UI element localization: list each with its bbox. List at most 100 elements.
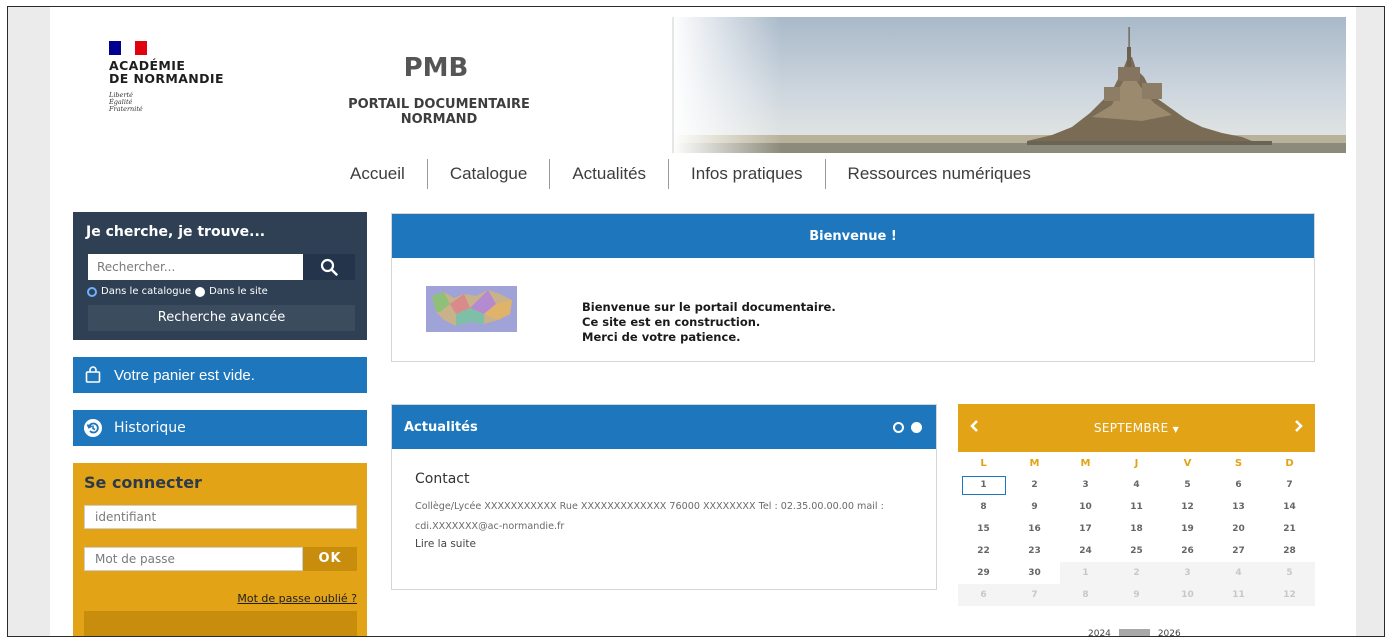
nav-item-accueil[interactable]: Accueil [336,160,427,188]
calendar-day[interactable]: 28 [1264,540,1315,562]
calendar-week-row: 15 16 17 18 19 20 21 [958,518,1315,540]
scope-site-label: Dans le site [209,286,268,297]
weekday-label: M [1029,458,1040,469]
calendar-day-other-month[interactable]: 6 [958,584,1009,606]
basket-bar[interactable]: Votre panier est vide. [73,357,367,393]
calendar-day[interactable]: 14 [1264,496,1315,518]
calendar-day[interactable]: 4 [1111,474,1162,496]
calendar-day[interactable]: 12 [1162,496,1213,518]
news-read-more-link[interactable]: Lire la suite [415,538,476,550]
search-button[interactable] [303,254,355,280]
calendar-month-select[interactable]: SEPTEMBRE ▼ [958,421,1315,435]
calendar-day[interactable]: 6 [1213,474,1264,496]
calendar-day[interactable]: 13 [1213,496,1264,518]
calendar-day[interactable]: 5 [1162,474,1213,496]
browser-viewport: ACADÉMIE DE NORMANDIE Liberté Égalité Fr… [7,6,1385,637]
calendar-day-other-month[interactable]: 5 [1264,562,1315,584]
forgot-password-link[interactable]: Mot de passe oublié ? [237,592,357,605]
welcome-message: Bienvenue sur le portail documentaire. C… [582,300,836,345]
calendar-day[interactable]: 15 [958,518,1009,540]
search-title: Je cherche, je trouve... [86,224,266,240]
calendar-day[interactable]: 30 [1009,562,1060,584]
calendar-day[interactable]: 21 [1264,518,1315,540]
scope-catalog-label: Dans le catalogue [101,286,192,297]
calendar-day[interactable]: 8 [958,496,1009,518]
calendar-day[interactable]: 3 [1060,474,1111,496]
password-field[interactable] [84,547,303,571]
calendar-year-selected[interactable]: 2025 [1118,629,1150,636]
calendar-day[interactable]: 9 [1009,496,1060,518]
search-input[interactable] [88,254,303,280]
calendar-day-other-month[interactable]: 8 [1060,584,1111,606]
welcome-header: Bienvenue ! [392,214,1314,258]
weekday-label: J [1134,458,1139,469]
calendar-year-selector: 2024 2025 2026 [1088,629,1181,636]
news-item-body: Collège/Lycée XXXXXXXXXXX Rue XXXXXXXXXX… [415,501,884,532]
nav-item-ressources-numeriques[interactable]: Ressources numériques [826,160,1053,188]
search-panel: Je cherche, je trouve... Dans le catalog… [73,212,367,340]
calendar-year-option[interactable]: 2024 [1088,629,1111,636]
calendar-day[interactable]: 11 [1111,496,1162,518]
calendar-day[interactable]: 17 [1060,518,1111,540]
news-header: Actualités [392,405,936,449]
history-icon [82,417,104,439]
calendar-weekday-row: L M M J V S D [958,452,1315,474]
basket-icon [82,364,104,386]
calendar-day-other-month[interactable]: 2 [1111,562,1162,584]
calendar-next-button[interactable] [1289,414,1309,438]
username-field[interactable] [84,505,357,529]
calendar-day[interactable]: 16 [1009,518,1060,540]
site-title: PMB [403,53,469,83]
calendar-day-other-month[interactable]: 10 [1162,584,1213,606]
calendar-year-option[interactable]: 2026 [1158,629,1181,636]
calendar-day[interactable]: 26 [1162,540,1213,562]
news-pager-dot-1[interactable] [893,421,904,433]
main-nav: Accueil Catalogue Actualités Infos prati… [336,159,1053,189]
search-scope-group: Dans le catalogue Dans le site [87,286,268,297]
academie-logo[interactable]: ACADÉMIE DE NORMANDIE Liberté Égalité Fr… [109,41,259,151]
advanced-search-button[interactable]: Recherche avancée [88,305,355,331]
calendar-day[interactable]: 20 [1213,518,1264,540]
calendar-day[interactable]: 22 [958,540,1009,562]
weekday-label: L [980,458,987,469]
news-pager-dot-2[interactable] [911,421,922,433]
calendar-day[interactable]: 10 [1060,496,1111,518]
nav-item-catalogue[interactable]: Catalogue [428,160,550,188]
calendar-week-row: 29 30 1 2 3 4 5 [958,562,1315,584]
nav-item-infos-pratiques[interactable]: Infos pratiques [669,160,825,188]
login-ok-button[interactable]: OK [303,547,357,571]
calendar-day[interactable]: 29 [958,562,1009,584]
calendar-day-other-month[interactable]: 12 [1264,584,1315,606]
calendar-day[interactable]: 27 [1213,540,1264,562]
welcome-line-1: Bienvenue sur le portail documentaire. [582,300,836,314]
nav-item-actualites[interactable]: Actualités [550,160,668,188]
calendar-day[interactable]: 19 [1162,518,1213,540]
calendar-week-row: 6 7 8 9 10 11 12 [958,584,1315,606]
welcome-panel: Bienvenue ! Bienvenue sur le portail doc… [391,213,1315,362]
calendar-day[interactable]: 23 [1009,540,1060,562]
scope-site-radio[interactable] [195,286,206,297]
calendar-day-today[interactable]: 1 [958,474,1009,496]
login-panel: Se connecter OK Mot de passe oublié ? [73,463,367,636]
calendar-day-other-month[interactable]: 1 [1060,562,1111,584]
search-icon [320,258,338,276]
calendar-day-other-month[interactable]: 9 [1111,584,1162,606]
site-subtitle: PORTAIL DOCUMENTAIRE NORMAND [348,97,530,127]
weekday-label: V [1183,458,1192,469]
calendar-day[interactable]: 7 [1264,474,1315,496]
scope-catalog-radio[interactable] [87,286,97,297]
calendar-day-other-month[interactable]: 4 [1213,562,1264,584]
history-bar[interactable]: Historique [73,410,367,446]
calendar-day[interactable]: 18 [1111,518,1162,540]
caret-down-icon: ▼ [1172,425,1180,434]
calendar-day[interactable]: 25 [1111,540,1162,562]
calendar-day[interactable]: 24 [1060,540,1111,562]
login-footer-strip [84,611,357,636]
news-item-title[interactable]: Contact [415,471,469,487]
calendar-day-other-month[interactable]: 11 [1213,584,1264,606]
weekday-label: D [1285,458,1294,469]
calendar-day[interactable]: 2 [1009,474,1060,496]
calendar-day-other-month[interactable]: 7 [1009,584,1060,606]
login-title: Se connecter [84,473,202,492]
calendar-day-other-month[interactable]: 3 [1162,562,1213,584]
